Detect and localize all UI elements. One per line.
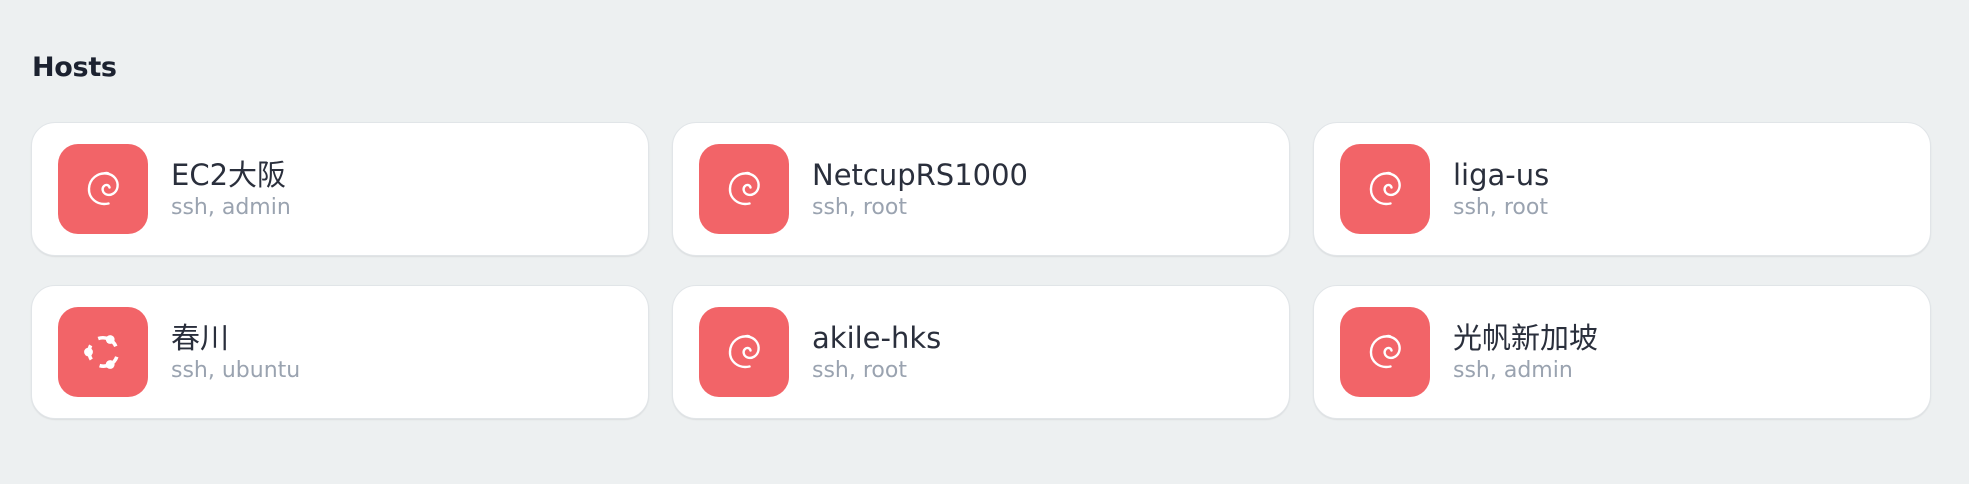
host-name: liga-us bbox=[1453, 157, 1550, 192]
host-card-akile-hks[interactable]: akile-hks ssh, root bbox=[672, 285, 1290, 419]
host-name: 春川 bbox=[171, 320, 230, 355]
host-subtitle: ssh, admin bbox=[1453, 357, 1573, 383]
debian-icon bbox=[699, 307, 789, 397]
host-card-netcuprs1000[interactable]: NetcupRS1000 ssh, root bbox=[672, 122, 1290, 256]
section-title: Hosts bbox=[32, 52, 117, 83]
debian-icon bbox=[58, 144, 148, 234]
debian-icon bbox=[699, 144, 789, 234]
hosts-grid: EC2大阪 ssh, admin NetcupRS1000 ssh, root … bbox=[31, 122, 1931, 419]
host-subtitle: ssh, admin bbox=[171, 194, 291, 220]
host-card-liga-us[interactable]: liga-us ssh, root bbox=[1313, 122, 1931, 256]
host-name: 光帆新加坡 bbox=[1453, 320, 1599, 355]
host-subtitle: ssh, root bbox=[1453, 194, 1548, 220]
debian-icon bbox=[1340, 307, 1430, 397]
ubuntu-icon bbox=[58, 307, 148, 397]
host-name: NetcupRS1000 bbox=[812, 157, 1028, 192]
host-subtitle: ssh, ubuntu bbox=[171, 357, 301, 383]
host-subtitle: ssh, root bbox=[812, 357, 907, 383]
host-card-chuncheon[interactable]: 春川 ssh, ubuntu bbox=[31, 285, 649, 419]
host-card-guangfan-singapore[interactable]: 光帆新加坡 ssh, admin bbox=[1313, 285, 1931, 419]
debian-icon bbox=[1340, 144, 1430, 234]
host-name: akile-hks bbox=[812, 320, 942, 355]
host-name: EC2大阪 bbox=[171, 157, 287, 192]
host-subtitle: ssh, root bbox=[812, 194, 907, 220]
host-card-ec2-osaka[interactable]: EC2大阪 ssh, admin bbox=[31, 122, 649, 256]
